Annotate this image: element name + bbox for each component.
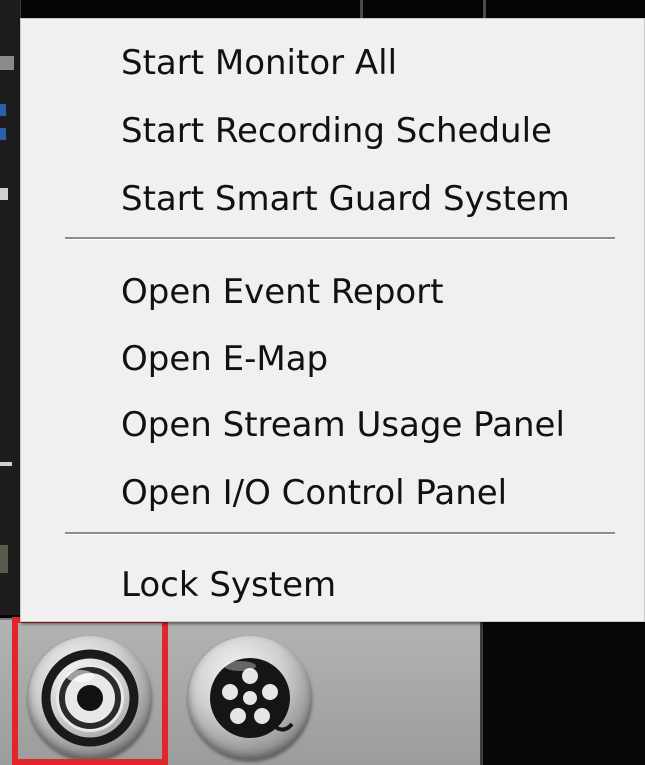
highlight-annotation-box <box>12 617 168 765</box>
background-fragment <box>0 545 8 573</box>
background-left-panel <box>0 0 21 615</box>
playback-reel-icon <box>210 658 294 738</box>
menu-item-lock-system[interactable]: Lock System <box>121 555 336 615</box>
menu-item-start-recording-schedule[interactable]: Start Recording Schedule <box>121 101 552 161</box>
toolbar-dark-region <box>480 618 645 765</box>
background-fragment <box>0 188 8 200</box>
menu-separator <box>65 532 615 535</box>
menu-item-start-smart-guard-system[interactable]: Start Smart Guard System <box>121 169 570 229</box>
background-fragment <box>0 462 12 466</box>
menu-separator <box>65 237 615 240</box>
menu-item-open-e-map[interactable]: Open E-Map <box>121 329 328 389</box>
playback-button[interactable] <box>188 636 312 760</box>
menu-item-open-stream-usage-panel[interactable]: Open Stream Usage Panel <box>121 395 565 455</box>
menu-item-open-io-control-panel[interactable]: Open I/O Control Panel <box>121 463 507 523</box>
menu-item-open-event-report[interactable]: Open Event Report <box>121 262 444 322</box>
menu-item-start-monitor-all[interactable]: Start Monitor All <box>121 33 397 93</box>
background-fragment <box>0 56 14 70</box>
background-fragment <box>0 128 6 140</box>
background-fragment <box>0 104 6 116</box>
context-menu: Start Monitor All Start Recording Schedu… <box>20 18 645 622</box>
app-screen: Start Monitor All Start Recording Schedu… <box>0 0 645 765</box>
